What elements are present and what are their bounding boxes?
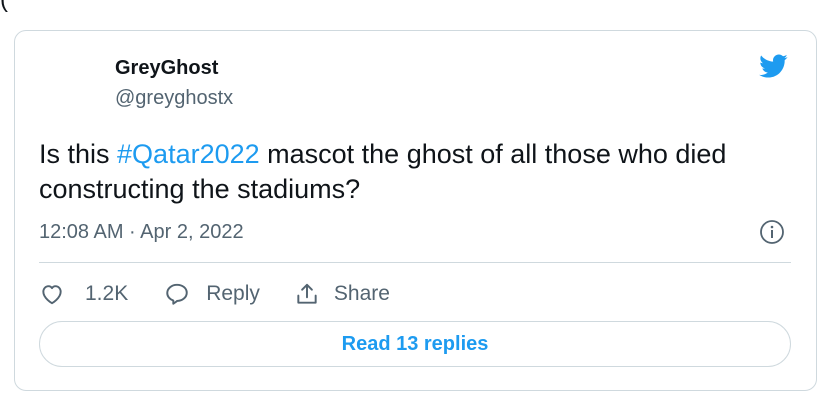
tweet-text: Is this #Qatar2022 mascot the ghost of a… (39, 137, 799, 207)
tweet-timestamp[interactable]: 12:08 AM · Apr 2, 2022 (39, 221, 244, 244)
avatar[interactable] (39, 57, 99, 117)
info-icon[interactable] (759, 219, 785, 245)
share-icon (297, 283, 317, 304)
top-text-fragment: ( (0, 0, 8, 14)
like-count: 1.2K (85, 282, 129, 305)
share-label: Share (333, 282, 390, 305)
share-button[interactable]: Share (294, 281, 390, 307)
divider (39, 262, 791, 263)
reply-button[interactable]: Reply (164, 281, 260, 307)
like-button[interactable]: 1.2K (39, 281, 128, 307)
reply-bubble-icon (166, 283, 188, 305)
heart-icon (42, 285, 62, 305)
author-display-name[interactable]: GreyGhost (115, 57, 218, 80)
twitter-bird-icon[interactable] (756, 51, 790, 81)
reply-label: Reply (206, 282, 260, 305)
author-handle[interactable]: @greyghostx (115, 87, 233, 110)
tweet-text-prefix: Is this (39, 139, 118, 169)
tweet-actions: 1.2K Reply Share (39, 279, 390, 309)
read-replies-button[interactable]: Read 13 replies (39, 321, 791, 367)
hashtag-link[interactable]: #Qatar2022 (117, 139, 260, 169)
tweet-card[interactable]: GreyGhost @greyghostx Is this #Qatar2022… (14, 30, 817, 391)
